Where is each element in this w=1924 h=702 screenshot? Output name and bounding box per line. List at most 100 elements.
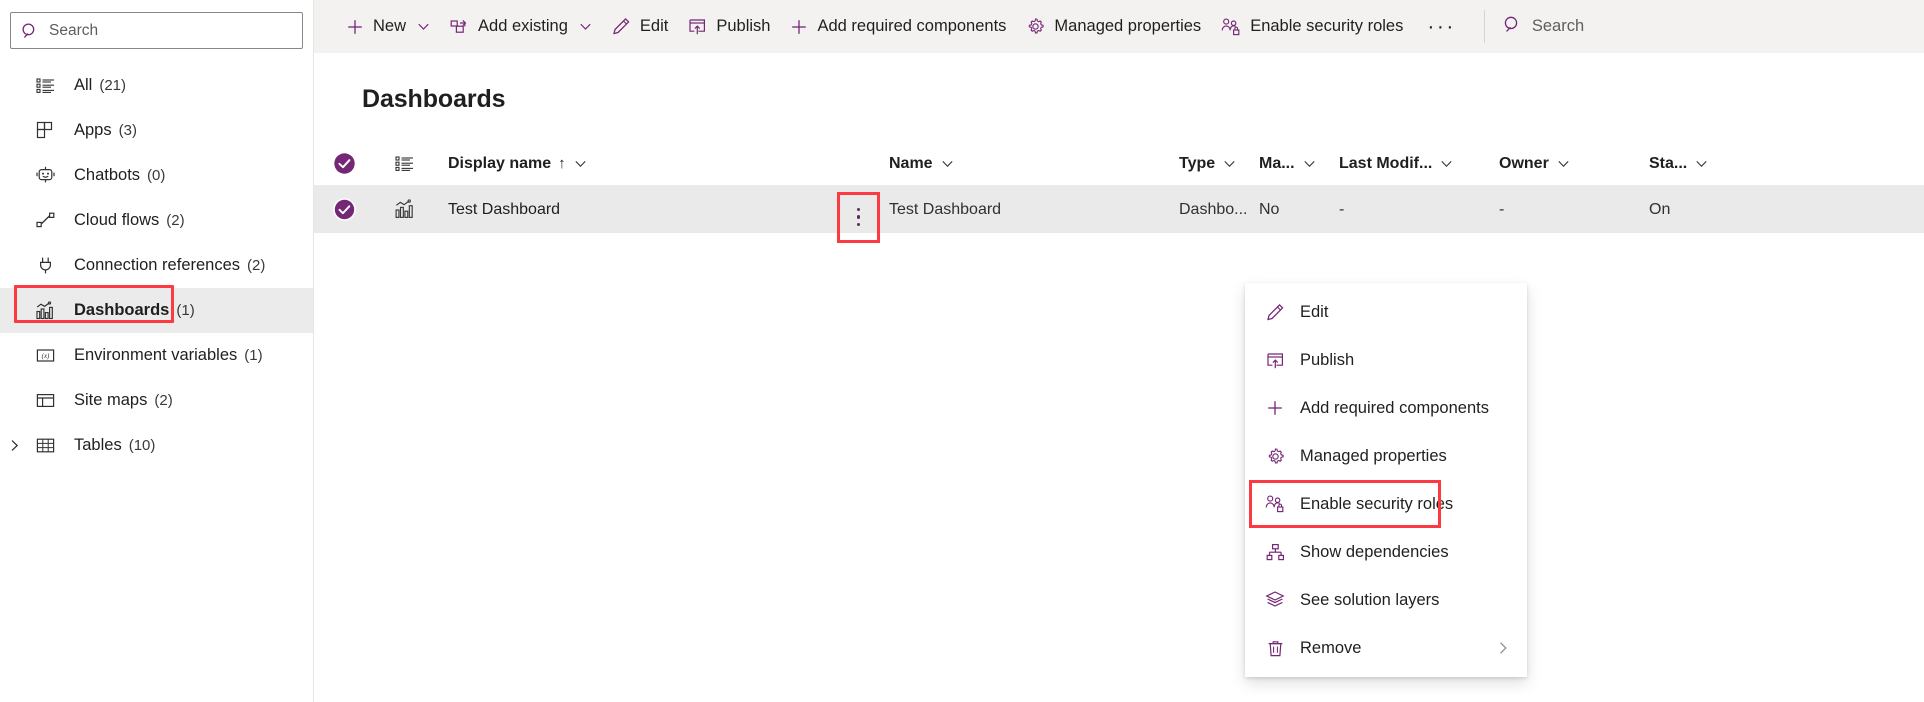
sidebar-item-count: (10) <box>128 437 156 454</box>
chevron-down-icon[interactable] <box>1557 157 1570 170</box>
table-icon <box>30 436 60 455</box>
sidebar-search-input[interactable]: Search <box>10 12 303 49</box>
column-header-label: Last Modif... <box>1339 154 1433 172</box>
sidebar: Search All (21) Apps (3) Chatbots (0) Cl… <box>0 0 314 702</box>
sidebar-item-apps[interactable]: Apps (3) <box>0 108 313 153</box>
command-label: New <box>373 17 407 35</box>
column-header-display-name[interactable]: Display name ↑ <box>434 155 889 173</box>
cell-status: On <box>1649 201 1759 219</box>
chevron-down-icon[interactable] <box>1223 157 1236 170</box>
chevron-down-icon[interactable] <box>579 20 592 33</box>
cell-text: Test Dashboard <box>448 200 561 218</box>
sidebar-item-cloud-flows[interactable]: Cloud flows (2) <box>0 198 313 243</box>
column-header-last-modified[interactable]: Last Modif... <box>1339 155 1499 173</box>
column-header-label: Display name <box>448 154 552 172</box>
command-label: Edit <box>639 17 669 35</box>
sidebar-item-label: Cloud flows <box>74 211 160 229</box>
command-managed-properties[interactable]: Managed properties <box>1016 0 1211 53</box>
command-add-required-components[interactable]: Add required components <box>780 0 1016 53</box>
search-icon <box>21 22 39 40</box>
context-menu-item-label: Show dependencies <box>1300 542 1449 561</box>
svg-text:(x): (x) <box>41 352 49 360</box>
sidebar-search-placeholder: Search <box>49 21 99 39</box>
sidebar-item-count: (2) <box>166 212 185 229</box>
context-menu-item-publish[interactable]: Publish <box>1245 336 1527 384</box>
sidebar-item-label: All <box>74 76 93 94</box>
select-all-checkbox[interactable] <box>314 152 374 175</box>
connection-plug-icon <box>30 256 60 275</box>
chevron-down-icon[interactable] <box>417 20 430 33</box>
cell-text: Dashbo... <box>1179 200 1248 218</box>
column-header-managed[interactable]: Ma... <box>1259 155 1339 173</box>
command-new[interactable]: New <box>336 0 440 53</box>
chevron-down-icon[interactable] <box>574 157 587 170</box>
plus-icon <box>1261 399 1289 417</box>
column-header-name[interactable]: Name <box>889 155 1179 173</box>
context-menu-item-label: See solution layers <box>1300 590 1440 609</box>
command-enable-security-roles[interactable]: Enable security roles <box>1211 0 1413 53</box>
chevron-down-icon[interactable] <box>1695 157 1708 170</box>
table-row[interactable]: Test Dashboard Test Dashboard Dashbo... <box>314 186 1924 243</box>
sidebar-item-label: Tables <box>74 436 122 454</box>
cell-display-name[interactable]: Test Dashboard <box>434 191 889 243</box>
sidebar-item-count: (1) <box>244 347 263 364</box>
sidebar-item-tables[interactable]: Tables (10) <box>0 423 313 468</box>
chevron-down-icon[interactable] <box>941 157 954 170</box>
pencil-icon <box>1261 303 1289 322</box>
column-header-owner[interactable]: Owner <box>1499 155 1649 173</box>
context-menu-item-add-required-components[interactable]: Add required components <box>1245 384 1527 432</box>
context-menu-item-managed-properties[interactable]: Managed properties <box>1245 432 1527 480</box>
security-roles-icon <box>1221 17 1241 37</box>
command-bar-divider <box>1483 10 1485 43</box>
more-actions-button[interactable] <box>843 198 874 237</box>
list-icon <box>30 76 60 95</box>
row-checkbox[interactable] <box>314 197 374 222</box>
chevron-down-icon[interactable] <box>1303 157 1316 170</box>
layers-icon <box>1261 590 1289 610</box>
command-bar: New Add existing Edit Publish Add requir… <box>314 0 1924 53</box>
command-add-existing[interactable]: Add existing <box>440 0 602 53</box>
sidebar-item-chatbots[interactable]: Chatbots (0) <box>0 153 313 198</box>
sidebar-item-count: (21) <box>99 77 127 94</box>
column-header-label: Owner <box>1499 154 1549 172</box>
sidebar-item-connection-references[interactable]: Connection references (2) <box>0 243 313 288</box>
sidebar-item-count: (2) <box>154 392 173 409</box>
sidebar-item-environment-variables[interactable]: (x) Environment variables (1) <box>0 333 313 378</box>
cloud-flow-icon <box>30 211 60 230</box>
context-menu-item-label: Add required components <box>1300 398 1489 417</box>
chevron-right-icon[interactable] <box>1496 641 1510 655</box>
grid-header-row: Display name ↑ Name Type Ma... Last Modi… <box>314 142 1924 186</box>
command-label: Enable security roles <box>1250 17 1404 35</box>
row-context-menu: Edit Publish Add required components Man… <box>1245 283 1527 677</box>
context-menu-item-label: Managed properties <box>1300 446 1447 465</box>
chatbot-icon <box>30 166 60 185</box>
command-bar-search-input[interactable]: Search <box>1493 0 1594 53</box>
command-edit[interactable]: Edit <box>602 0 678 53</box>
chevron-right-icon[interactable] <box>0 439 28 452</box>
grid-type-column-icon[interactable] <box>374 154 434 173</box>
cell-type: Dashbo... <box>1179 201 1259 219</box>
context-menu-item-remove[interactable]: Remove <box>1245 624 1527 672</box>
chevron-down-icon[interactable] <box>1440 157 1453 170</box>
dashboard-chart-icon <box>374 199 434 220</box>
context-menu-item-show-dependencies[interactable]: Show dependencies <box>1245 528 1527 576</box>
publish-icon <box>688 17 707 36</box>
command-overflow-button[interactable]: ··· <box>1413 0 1469 53</box>
sidebar-item-all[interactable]: All (21) <box>0 63 313 108</box>
context-menu-item-see-solution-layers[interactable]: See solution layers <box>1245 576 1527 624</box>
sidebar-nav-list: All (21) Apps (3) Chatbots (0) Cloud flo… <box>0 63 313 468</box>
column-header-label: Type <box>1179 154 1216 172</box>
sidebar-item-site-maps[interactable]: Site maps (2) <box>0 378 313 423</box>
cell-managed: No <box>1259 201 1339 219</box>
sidebar-item-count: (0) <box>147 167 166 184</box>
column-header-type[interactable]: Type <box>1179 155 1259 173</box>
environment-variable-icon: (x) <box>30 346 60 365</box>
context-menu-item-enable-security-roles[interactable]: Enable security roles <box>1245 480 1527 528</box>
security-roles-icon <box>1261 494 1289 514</box>
context-menu-item-edit[interactable]: Edit <box>1245 288 1527 336</box>
command-publish[interactable]: Publish <box>678 0 780 53</box>
column-header-status[interactable]: Sta... <box>1649 155 1759 173</box>
context-menu-item-label: Enable security roles <box>1300 494 1454 513</box>
cell-text: - <box>1499 200 1505 218</box>
sidebar-item-dashboards[interactable]: Dashboards (1) <box>0 288 313 333</box>
